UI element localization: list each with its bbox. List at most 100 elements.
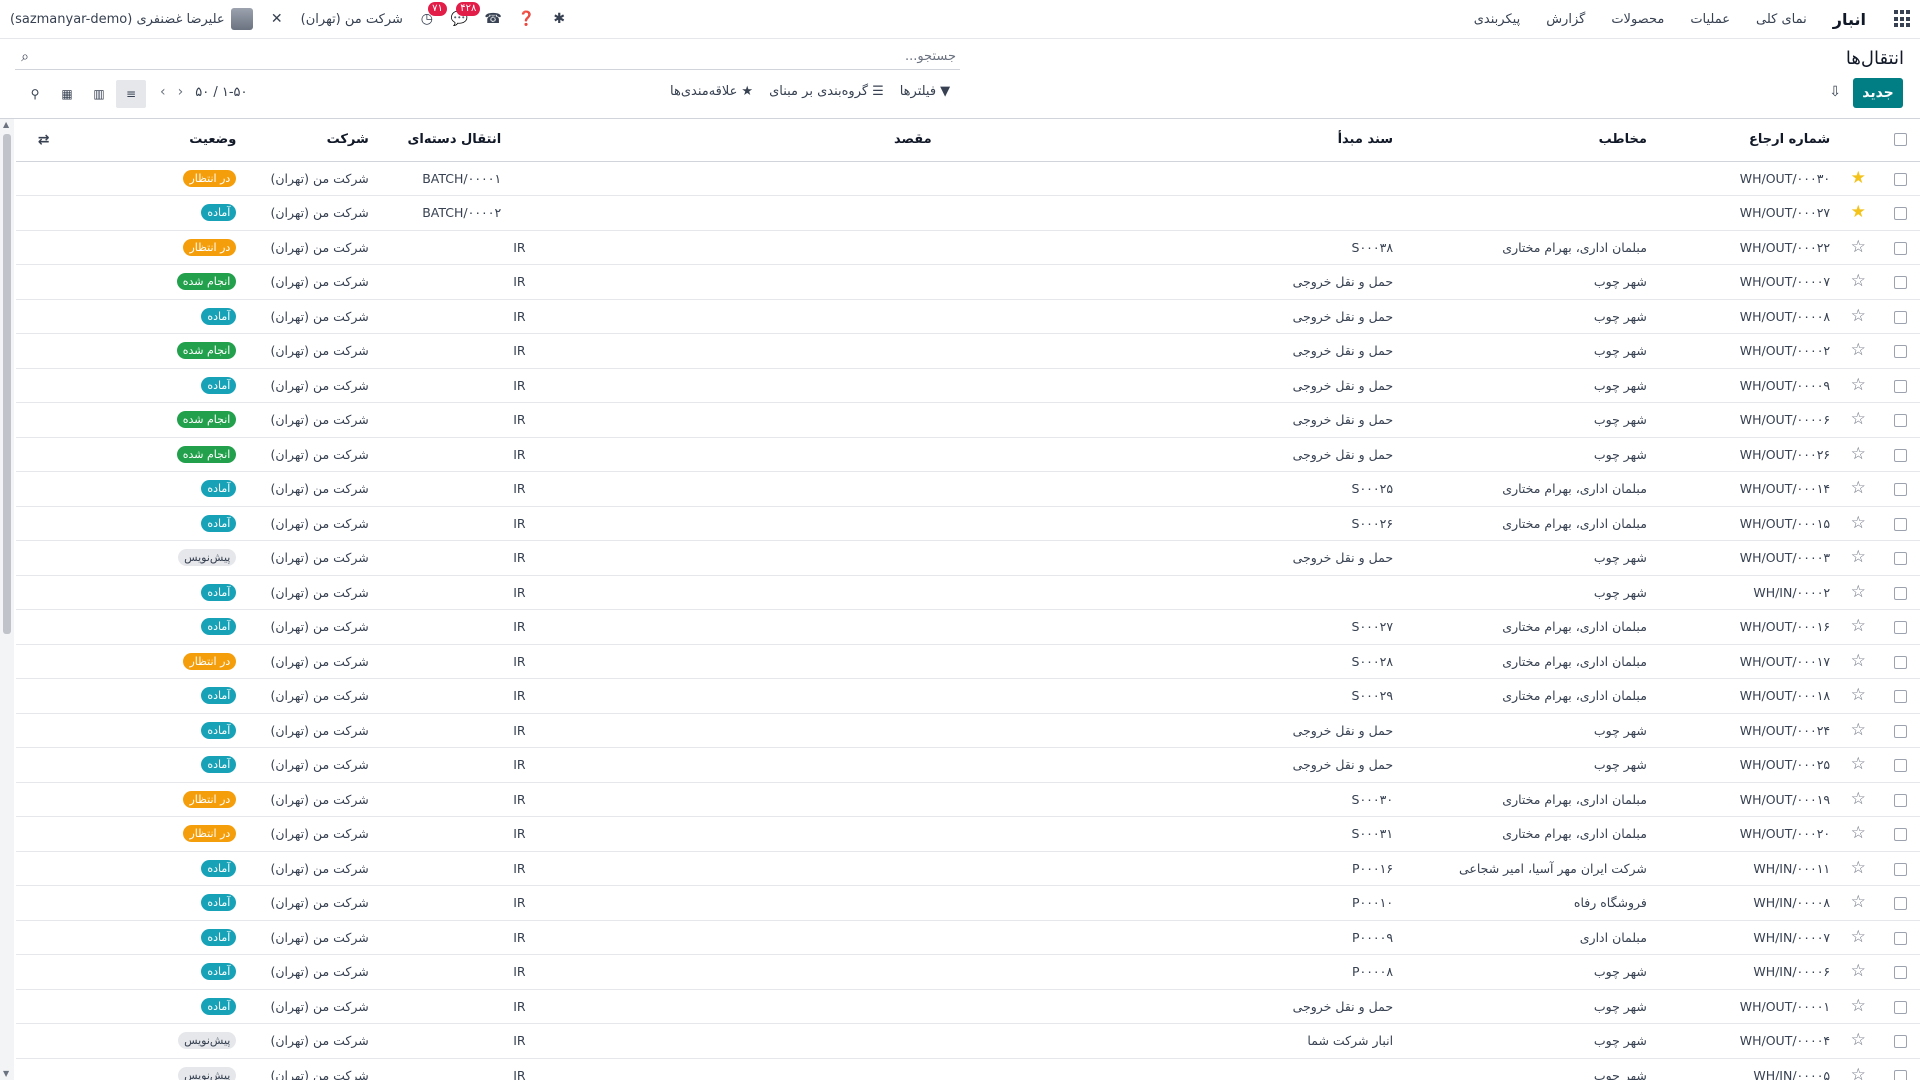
cell-batch[interactable]: BATCH/۰۰۰۰۲: [374, 195, 508, 231]
new-button[interactable]: جدید: [1853, 78, 1903, 108]
row-checkbox[interactable]: [1893, 897, 1907, 911]
table-row[interactable]: ☆ WH/OUT/۰۰۰۱۸ مبلمان اداری، بهرام مختاری S…: [16, 678, 1920, 714]
row-checkbox[interactable]: [1893, 517, 1907, 531]
cell-origin[interactable]: حمل و نقل خروجی: [937, 333, 1400, 369]
cell-origin[interactable]: انبار شرکت شما: [937, 1023, 1400, 1059]
header-company[interactable]: شرکت: [242, 119, 375, 162]
cell-contact[interactable]: شهر چوب: [1399, 437, 1653, 472]
cell-contact[interactable]: شهر چوب: [1399, 540, 1653, 576]
cell-contact[interactable]: [1399, 195, 1653, 231]
cell-contact[interactable]: شرکت ایران مهر آسیا، امیر شجاعی: [1399, 851, 1653, 886]
cell-batch[interactable]: BATCH/۰۰۰۰۱: [374, 161, 508, 196]
cell-reference[interactable]: WH/IN/۰۰۰۰۷: [1652, 920, 1837, 955]
cell-state[interactable]: پیش‌نویس: [71, 1058, 243, 1080]
row-select-cell[interactable]: [1880, 506, 1920, 541]
table-row[interactable]: ☆ WH/OUT/۰۰۰۰۲ شهر چوب حمل و نقل خروجی IR شرک…: [16, 333, 1920, 369]
cell-destination[interactable]: IR: [507, 747, 938, 783]
row-checkbox[interactable]: [1893, 1035, 1907, 1049]
table-row[interactable]: ☆ WH/OUT/۰۰۰۰۳ شهر چوب حمل و نقل خروجی IR شرک…: [16, 540, 1920, 576]
cell-batch[interactable]: [374, 989, 508, 1024]
cell-origin[interactable]: حمل و نقل خروجی: [937, 989, 1400, 1024]
cell-origin[interactable]: حمل و نقل خروجی: [937, 299, 1400, 334]
favorites-button[interactable]: ★ علاقه‌مندی‌ها: [670, 84, 753, 99]
cell-destination[interactable]: IR: [507, 989, 938, 1024]
cell-destination[interactable]: IR: [507, 299, 938, 334]
row-favorite-cell[interactable]: ☆: [1836, 782, 1881, 817]
cell-state[interactable]: آماده: [71, 368, 243, 403]
cell-state[interactable]: آماده: [71, 195, 243, 231]
search-input[interactable]: [35, 49, 960, 64]
table-row[interactable]: ☆ WH/OUT/۰۰۰۱۴ مبلمان اداری، بهرام مختاری S…: [16, 471, 1920, 507]
app-brand[interactable]: انبار: [1833, 10, 1866, 29]
cell-state[interactable]: انجام شده: [71, 333, 243, 369]
cell-reference[interactable]: WH/OUT/۰۰۰۱۵: [1652, 506, 1837, 541]
table-row[interactable]: ☆ WH/OUT/۰۰۰۰۴ شهر چوب انبار شرکت شما IR شرکت…: [16, 1023, 1920, 1059]
cell-contact[interactable]: مبلمان اداری، بهرام مختاری: [1399, 644, 1653, 679]
cell-company[interactable]: شرکت من (تهران): [242, 402, 375, 438]
upload-icon[interactable]: ⇩: [1829, 84, 1841, 100]
row-checkbox[interactable]: [1893, 172, 1907, 186]
cell-contact[interactable]: مبلمان اداری، بهرام مختاری: [1399, 609, 1653, 645]
cell-state[interactable]: آماده: [71, 609, 243, 645]
cell-state[interactable]: پیش‌نویس: [71, 540, 243, 576]
cell-origin[interactable]: [937, 575, 1400, 610]
cell-batch[interactable]: [374, 713, 508, 748]
row-select-cell[interactable]: [1880, 1023, 1920, 1059]
row-checkbox[interactable]: [1893, 1000, 1907, 1014]
cell-contact[interactable]: مبلمان اداری، بهرام مختاری: [1399, 471, 1653, 507]
row-favorite-cell[interactable]: ☆: [1836, 713, 1881, 748]
table-row[interactable]: ☆ WH/OUT/۰۰۰۲۲ مبلمان اداری، بهرام مختاری S…: [16, 230, 1920, 265]
row-checkbox[interactable]: [1893, 241, 1907, 255]
cell-batch[interactable]: [374, 782, 508, 817]
row-favorite-cell[interactable]: ☆: [1836, 747, 1881, 783]
row-select-cell[interactable]: [1880, 816, 1920, 852]
header-destination[interactable]: مقصد: [507, 119, 938, 162]
row-checkbox[interactable]: [1893, 759, 1907, 773]
row-checkbox[interactable]: [1893, 690, 1907, 704]
cell-state[interactable]: آماده: [71, 471, 243, 507]
cell-company[interactable]: شرکت من (تهران): [242, 644, 375, 679]
cell-state[interactable]: آماده: [71, 575, 243, 610]
favorite-star-icon[interactable]: ☆: [1851, 927, 1866, 947]
cell-origin[interactable]: S۰۰۰۳۱: [937, 816, 1400, 852]
cell-state[interactable]: آماده: [71, 989, 243, 1024]
cell-batch[interactable]: [374, 920, 508, 955]
table-row[interactable]: ☆ WH/OUT/۰۰۰۱۷ مبلمان اداری، بهرام مختاری S…: [16, 644, 1920, 679]
row-select-cell[interactable]: [1880, 333, 1920, 369]
optional-columns-toggle[interactable]: ⇄: [16, 119, 72, 162]
cell-batch[interactable]: [374, 575, 508, 610]
cell-contact[interactable]: مبلمان اداری، بهرام مختاری: [1399, 230, 1653, 265]
filters-button[interactable]: ▼ فیلترها: [900, 84, 950, 99]
cell-destination[interactable]: IR: [507, 230, 938, 265]
favorite-star-icon[interactable]: ☆: [1851, 547, 1866, 567]
cell-destination[interactable]: IR: [507, 851, 938, 886]
row-select-cell[interactable]: [1880, 230, 1920, 265]
cell-origin[interactable]: P۰۰۰۰۸: [937, 954, 1400, 990]
cell-reference[interactable]: WH/IN/۰۰۰۰۸: [1652, 885, 1837, 921]
cell-batch[interactable]: [374, 264, 508, 300]
table-row[interactable]: ☆ WH/OUT/۰۰۰۰۱ شهر چوب حمل و نقل خروجی IR شرک…: [16, 989, 1920, 1024]
cell-batch[interactable]: [374, 471, 508, 507]
favorite-star-icon[interactable]: ☆: [1851, 720, 1866, 740]
row-select-cell[interactable]: [1880, 920, 1920, 955]
cell-contact[interactable]: مبلمان اداری: [1399, 920, 1653, 955]
cell-state[interactable]: در انتظار: [71, 644, 243, 679]
row-favorite-cell[interactable]: ☆: [1836, 678, 1881, 714]
cell-contact[interactable]: فروشگاه رفاه: [1399, 885, 1653, 921]
favorite-star-icon[interactable]: ☆: [1851, 340, 1866, 360]
row-select-cell[interactable]: [1880, 368, 1920, 403]
row-favorite-cell[interactable]: ☆: [1836, 851, 1881, 886]
cell-origin[interactable]: S۰۰۰۲۹: [937, 678, 1400, 714]
select-all-checkbox[interactable]: [1893, 133, 1907, 147]
cell-reference[interactable]: WH/OUT/۰۰۰۳۰: [1652, 161, 1837, 196]
cell-state[interactable]: آماده: [71, 747, 243, 783]
cell-company[interactable]: شرکت من (تهران): [242, 816, 375, 852]
cell-reference[interactable]: WH/OUT/۰۰۰۰۶: [1652, 402, 1837, 438]
table-row[interactable]: ☆ WH/IN/۰۰۰۰۵ شهر چوب IR شرکت من (تهران) پیش‌…: [16, 1058, 1920, 1080]
row-favorite-cell[interactable]: ☆: [1836, 264, 1881, 300]
cell-reference[interactable]: WH/OUT/۰۰۰۲۲: [1652, 230, 1837, 265]
cell-company[interactable]: شرکت من (تهران): [242, 161, 375, 196]
row-select-cell[interactable]: [1880, 851, 1920, 886]
favorite-star-icon[interactable]: ☆: [1851, 996, 1866, 1016]
favorite-star-icon[interactable]: ☆: [1851, 858, 1866, 878]
